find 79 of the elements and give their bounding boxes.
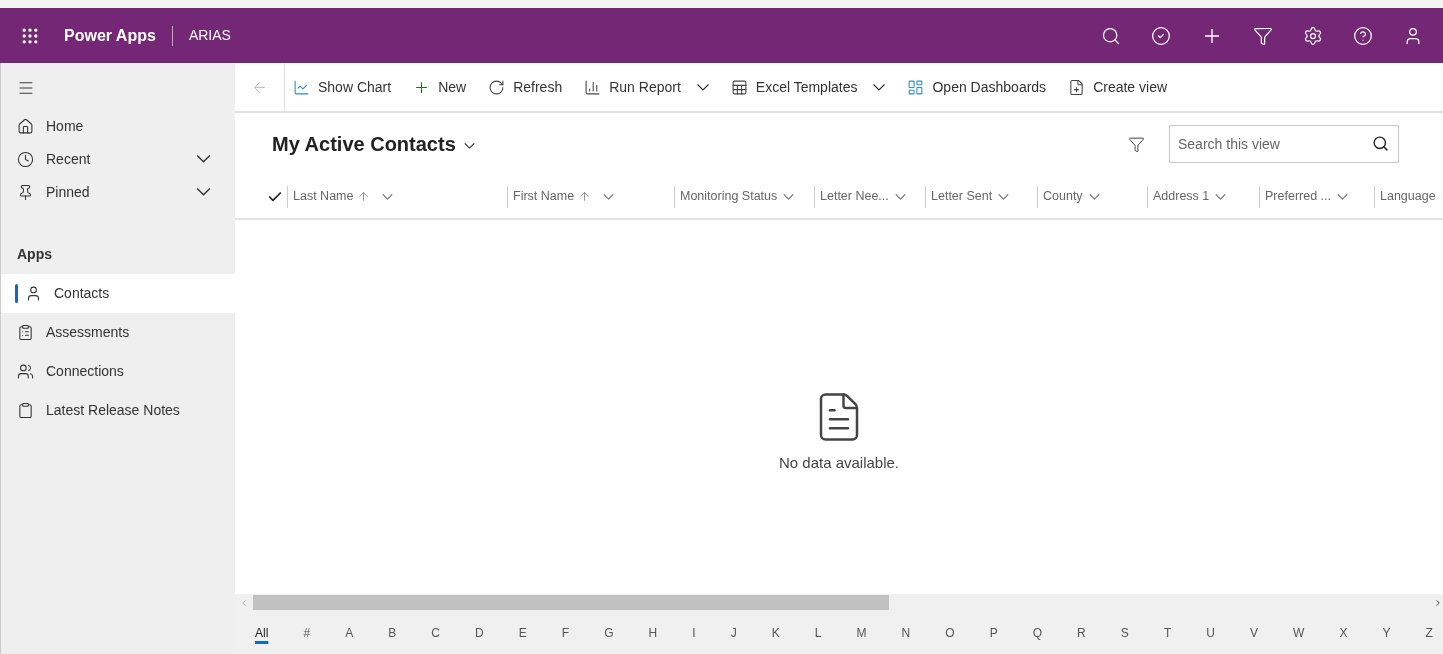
menu-icon[interactable] [17, 79, 35, 97]
letter-filter[interactable]: A [343, 623, 356, 642]
help-icon[interactable] [1353, 25, 1373, 46]
settings-icon[interactable] [1303, 25, 1323, 46]
app-item[interactable]: Assessments [1, 313, 235, 352]
letter-filter[interactable]: J [728, 623, 739, 642]
scroll-right-icon[interactable] [1433, 597, 1443, 608]
app-item[interactable]: Contacts [1, 274, 235, 313]
column-header[interactable]: Monitoring Status [674, 185, 814, 208]
clipboard-icon [17, 402, 34, 419]
spreadsheet-icon [730, 78, 748, 96]
person-icon [25, 285, 42, 302]
column-header[interactable]: County [1037, 185, 1147, 208]
letter-filter[interactable]: L [812, 623, 824, 642]
chart-icon [293, 78, 310, 96]
toolbar-button[interactable]: Create view [1068, 76, 1168, 98]
view-icon [1068, 78, 1086, 96]
letter-filter[interactable]: N [899, 623, 913, 642]
letter-filter[interactable]: K [769, 623, 782, 642]
letter-filter[interactable]: Q [1030, 623, 1045, 642]
toolbar-button[interactable]: Refresh [488, 76, 563, 98]
letter-filter[interactable]: R [1075, 623, 1088, 642]
column-header[interactable]: First Name [507, 185, 674, 208]
app-item[interactable]: Connections [1, 352, 235, 391]
letter-filter[interactable]: U [1204, 623, 1217, 642]
clock-icon [17, 150, 34, 168]
column-header[interactable]: Letter Sent [925, 185, 1037, 208]
letter-filter[interactable]: T [1161, 623, 1174, 642]
environment-name: ARIAS [188, 26, 231, 45]
column-header[interactable]: Address 1 [1147, 185, 1259, 208]
letter-filter[interactable]: H [646, 623, 660, 642]
column-header[interactable]: Last Name [287, 185, 507, 208]
letter-filter[interactable]: P [987, 623, 1000, 642]
search-field[interactable]: Search this view [1169, 125, 1399, 163]
letter-filter[interactable]: C [429, 623, 442, 642]
section-title: Apps [16, 244, 53, 264]
letter-filter[interactable]: D [472, 623, 486, 642]
toolbar-button[interactable]: Run Report [584, 76, 709, 98]
letter-filter[interactable]: V [1248, 623, 1260, 642]
search-icon[interactable] [1101, 25, 1121, 46]
app-name[interactable]: Power Apps [64, 23, 156, 48]
form-icon [17, 324, 34, 341]
search-icon [1372, 135, 1389, 152]
home-icon [17, 117, 34, 135]
people-icon [17, 363, 34, 380]
report-icon [584, 78, 602, 96]
letter-filter[interactable]: Y [1380, 623, 1393, 642]
letter-filter[interactable]: I [690, 623, 698, 642]
letter-filter[interactable]: S [1118, 623, 1131, 642]
target-icon[interactable] [1151, 25, 1171, 46]
filter-icon[interactable] [1128, 135, 1145, 153]
letter-filter[interactable]: # [301, 623, 313, 642]
letter-filter[interactable]: G [602, 623, 616, 642]
column-header[interactable]: Letter Nee... [814, 185, 925, 208]
filter-icon[interactable] [1253, 25, 1273, 46]
app-item[interactable]: Latest Release Notes [1, 391, 235, 430]
toolbar-button[interactable]: Show Chart [293, 76, 392, 98]
letter-filter[interactable]: O [943, 623, 957, 642]
letter-filter[interactable]: F [559, 623, 572, 642]
sort-up-icon [357, 190, 371, 203]
horizontal-scrollbar[interactable] [235, 594, 1443, 611]
letter-filter[interactable]: Z [1423, 623, 1435, 642]
toolbar-button[interactable]: New [413, 76, 467, 98]
toolbar-button[interactable]: Excel Templates [730, 76, 886, 98]
column-header[interactable]: Language [1374, 185, 1443, 208]
letter-filter[interactable]: B [386, 623, 399, 642]
view-selector[interactable]: My Active Contacts [272, 129, 475, 159]
empty-message: No data available. [778, 452, 900, 473]
letter-filter[interactable]: All [253, 623, 271, 642]
letter-filter[interactable]: X [1337, 623, 1350, 642]
toolbar-button[interactable]: Open Dashboards [907, 76, 1047, 98]
letter-filter[interactable]: E [516, 623, 529, 642]
refresh-icon [488, 78, 506, 96]
letter-filter[interactable]: M [854, 623, 869, 642]
dashboard-icon [907, 78, 925, 96]
column-header[interactable]: Preferred ... [1259, 185, 1374, 208]
sort-up-icon [578, 190, 592, 203]
pin-icon [17, 183, 34, 201]
letter-filter[interactable]: W [1291, 623, 1307, 642]
